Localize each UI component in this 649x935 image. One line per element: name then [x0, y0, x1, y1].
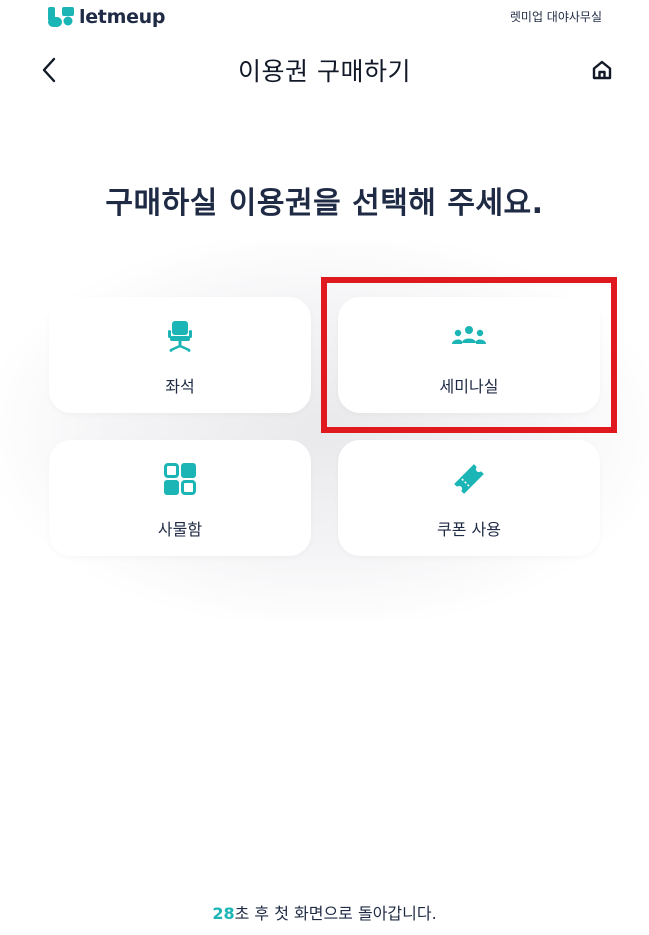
top-bar: letmeup 렛미업 대야사무실: [0, 0, 649, 34]
locker-option-label: 사물함: [157, 520, 203, 539]
seminar-room-option-button[interactable]: 세미나실: [338, 297, 600, 413]
locker-grid-icon: [164, 463, 196, 495]
home-button[interactable]: [586, 54, 618, 86]
seminar-room-option-label: 세미나실: [439, 377, 499, 396]
seat-option-label: 좌석: [165, 377, 195, 396]
countdown-seconds: 28: [212, 904, 235, 923]
coupon-option-label: 쿠폰 사용: [437, 520, 501, 539]
main-heading: 구매하실 이용권을 선택해 주세요.: [105, 186, 544, 221]
brand-name: letmeup: [79, 6, 166, 28]
purchase-ticket-screen: letmeup 렛미업 대야사무실 이용권 구매하기 구매하실 이용권을 선택해…: [0, 0, 649, 935]
letmeup-logo-icon: [48, 7, 74, 27]
page-title: 이용권 구매하기: [238, 57, 411, 86]
header: 이용권 구매하기: [0, 42, 649, 102]
chair-icon: [168, 321, 192, 352]
locker-option-button[interactable]: 사물함: [49, 440, 311, 556]
seat-option-button[interactable]: 좌석: [49, 297, 311, 413]
countdown-message-text: 초 후 첫 화면으로 돌아갑니다.: [234, 904, 437, 923]
home-icon: [592, 60, 612, 80]
option-grid: 좌석 세미나실 사물함 쿠폰 사용: [0, 240, 649, 620]
return-countdown-message: 28초 후 첫 화면으로 돌아갑니다.: [0, 900, 649, 924]
brand-logo: letmeup: [48, 6, 166, 28]
ticket-icon: [454, 464, 484, 494]
group-icon: [452, 326, 486, 344]
coupon-option-button[interactable]: 쿠폰 사용: [338, 440, 600, 556]
store-name: 렛미업 대야사무실: [509, 10, 602, 24]
